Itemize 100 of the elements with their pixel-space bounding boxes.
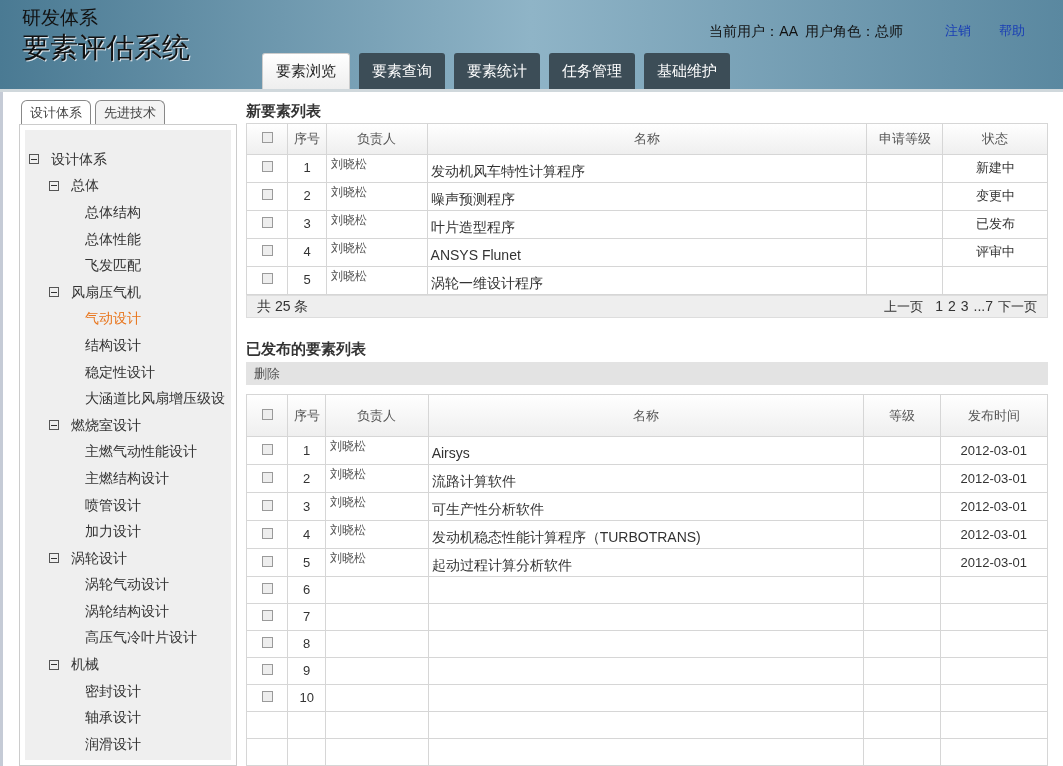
table-cell: 2 — [303, 188, 311, 204]
tree-item[interactable]: 设计体系 — [51, 148, 107, 170]
sidebar-tab[interactable]: 先进技术 — [95, 100, 165, 124]
table-cell: 2012-03-01 — [960, 470, 1028, 486]
table-cell: 5 — [303, 554, 311, 570]
column-header: 状态 — [942, 123, 1048, 154]
collapse-icon[interactable] — [49, 659, 59, 670]
table-cell: 刘晓松 — [330, 439, 367, 453]
section-title: 新要素列表 — [246, 101, 322, 121]
tree-item[interactable]: 结构设计 — [85, 334, 141, 356]
table-cell: Airsys — [431, 445, 470, 461]
table-cell: 8 — [303, 636, 311, 652]
table-cell: 7 — [303, 609, 311, 625]
prev-page-link[interactable]: 上一页 — [884, 296, 924, 317]
checkbox[interactable] — [261, 131, 273, 143]
page-link[interactable]: 1 — [935, 296, 943, 317]
checkbox[interactable] — [261, 637, 273, 649]
column-header: 负责人 — [326, 123, 428, 154]
nav-tab[interactable]: 要素统计 — [454, 53, 540, 89]
tree-item[interactable]: 主燃气动性能设计 — [85, 441, 197, 463]
tree-item[interactable]: 涡轮设计 — [71, 547, 127, 569]
checkbox[interactable] — [261, 583, 273, 595]
tree-item[interactable]: 飞发匹配 — [85, 255, 141, 277]
table-cell: 2012-03-01 — [960, 442, 1028, 458]
tree-item[interactable]: 喷管设计 — [85, 494, 141, 516]
tree-item[interactable]: 稳定性设计 — [85, 361, 155, 383]
checkbox[interactable] — [261, 499, 273, 511]
tree-item[interactable]: 燃烧室设计 — [71, 414, 141, 436]
next-page-link[interactable]: 下一页 — [998, 296, 1037, 317]
checkbox[interactable] — [261, 161, 273, 173]
nav-tab[interactable]: 基础维护 — [644, 53, 730, 89]
table-cell: 新建中 — [975, 160, 1015, 176]
table-cell: 流路计算软件 — [431, 473, 516, 489]
table-cell: 刘晓松 — [330, 240, 367, 255]
collapse-icon[interactable] — [49, 287, 59, 298]
checkbox[interactable] — [261, 610, 273, 622]
table-cell: 2 — [303, 470, 311, 486]
column-header: 等级 — [863, 394, 941, 437]
table-cell: 发动机风车特性计算程序 — [430, 162, 585, 179]
table-cell: 刘晓松 — [330, 268, 367, 283]
page-link[interactable]: 2 — [947, 296, 956, 317]
table-cell: 已发布 — [975, 216, 1015, 232]
checkbox[interactable] — [261, 217, 273, 229]
page-link[interactable]: ...7 — [973, 296, 993, 317]
column-header: 名称 — [428, 394, 864, 437]
nav-tab[interactable]: 要素查询 — [359, 53, 445, 89]
tree-item[interactable]: 高压气冷叶片设计 — [85, 627, 197, 649]
tree-item[interactable]: 总体 — [71, 175, 99, 197]
system-title: 要素评估系统 — [22, 29, 191, 65]
table-cell: 发动机稳态性能计算程序（TURBOTRANS) — [431, 529, 701, 545]
checkbox[interactable] — [261, 471, 273, 483]
table-cell: 刘晓松 — [330, 495, 367, 509]
table-cell: 3 — [303, 216, 311, 232]
section-title: 已发布的要素列表 — [246, 339, 367, 360]
column-header: 负责人 — [325, 394, 429, 437]
table-cell: 可生产性分析软件 — [431, 501, 544, 517]
checkbox[interactable] — [261, 691, 273, 703]
collapse-icon[interactable] — [29, 154, 39, 165]
table-cell: 10 — [299, 690, 314, 706]
tree-item[interactable]: 涡轮气动设计 — [85, 574, 169, 596]
table-cell: 变更中 — [975, 188, 1015, 204]
tree-item[interactable]: 润滑设计 — [85, 733, 141, 755]
table-cell: 6 — [303, 582, 311, 598]
checkbox[interactable] — [261, 527, 273, 539]
tree-item[interactable]: 密封设计 — [85, 680, 141, 702]
checkbox[interactable] — [261, 408, 273, 420]
table-cell: 2012-03-01 — [960, 526, 1028, 542]
table-cell: 涡轮一维设计程序 — [430, 274, 543, 291]
table-cell: 噪声预测程序 — [430, 190, 515, 207]
table-cell: 2012-03-01 — [960, 554, 1028, 570]
checkbox[interactable] — [261, 664, 273, 676]
checkbox[interactable] — [261, 273, 273, 285]
total-count: 共 25 条 — [257, 297, 309, 316]
checkbox[interactable] — [261, 555, 273, 567]
checkbox[interactable] — [261, 443, 273, 455]
table-cell: 9 — [303, 663, 311, 679]
checkbox[interactable] — [261, 245, 273, 257]
table-cell: 4 — [303, 526, 311, 542]
tree-item[interactable]: 涡轮结构设计 — [85, 600, 169, 622]
tree-item[interactable]: 主燃结构设计 — [85, 467, 169, 489]
nav-tab[interactable]: 要素浏览 — [262, 53, 350, 89]
table-cell: 刘晓松 — [330, 523, 367, 537]
collapse-icon[interactable] — [49, 420, 59, 431]
tree-item[interactable]: 机械 — [71, 654, 99, 676]
tree-item[interactable]: 大涵道比风扇增压级设 — [85, 388, 225, 410]
page-link[interactable]: 3 — [960, 296, 969, 317]
table-cell: 2012-03-01 — [960, 498, 1028, 514]
sidebar-tab[interactable]: 设计体系 — [21, 100, 91, 124]
table-cell: 刘晓松 — [330, 551, 367, 565]
checkbox[interactable] — [261, 189, 273, 201]
nav-tab[interactable]: 任务管理 — [549, 53, 635, 89]
tree-item[interactable]: 风扇压气机 — [71, 281, 141, 303]
collapse-icon[interactable] — [49, 553, 59, 564]
tree-item[interactable]: 总体性能 — [85, 228, 141, 250]
delete-button[interactable]: 删除 — [254, 363, 280, 384]
tree-item[interactable]: 轴承设计 — [85, 707, 141, 729]
table-cell: 刘晓松 — [330, 156, 367, 171]
tree-item[interactable]: 加力设计 — [85, 521, 141, 543]
collapse-icon[interactable] — [49, 180, 59, 191]
tree-item[interactable]: 总体结构 — [85, 202, 141, 223]
